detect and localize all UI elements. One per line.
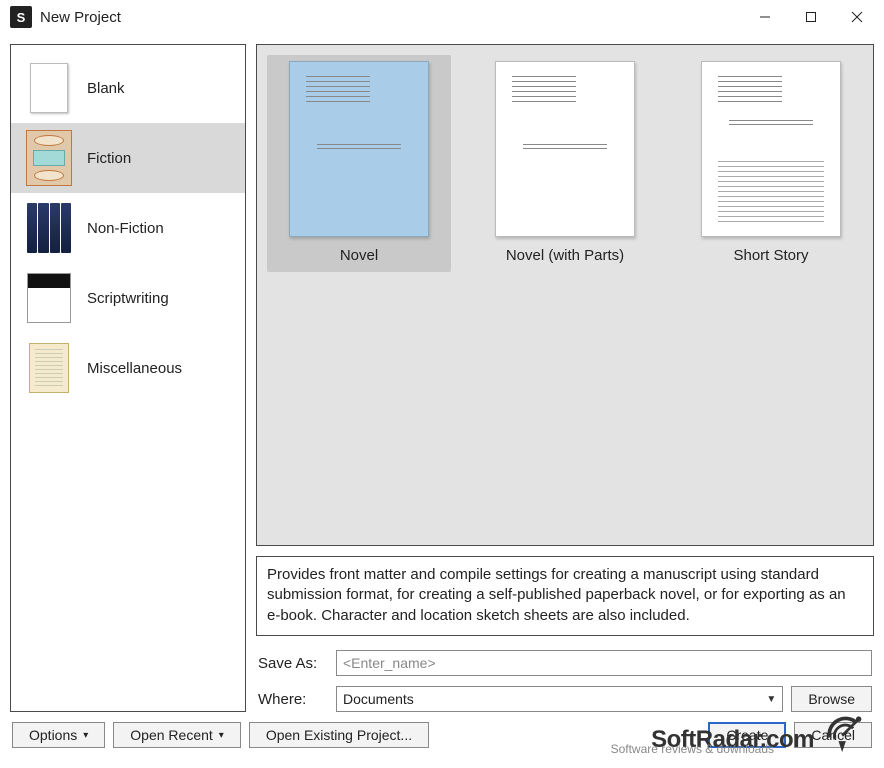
where-label: Where:	[258, 691, 328, 708]
open-existing-button[interactable]: Open Existing Project...	[249, 722, 429, 748]
category-label: Non-Fiction	[87, 220, 164, 237]
template-gallery: Novel Novel (with Parts) Short Stor	[256, 44, 874, 546]
category-miscellaneous[interactable]: Miscellaneous	[11, 333, 245, 403]
category-fiction[interactable]: Fiction	[11, 123, 245, 193]
options-button[interactable]: Options	[12, 722, 105, 748]
where-value: Documents	[343, 691, 414, 707]
category-scriptwriting[interactable]: Scriptwriting	[11, 263, 245, 333]
open-recent-button[interactable]: Open Recent	[113, 722, 241, 748]
window-title: New Project	[40, 9, 121, 26]
save-as-label: Save As:	[258, 655, 328, 672]
close-button[interactable]	[834, 2, 880, 32]
cancel-button[interactable]: Cancel	[794, 722, 872, 748]
template-preview-icon	[289, 61, 429, 237]
minimize-button[interactable]	[742, 2, 788, 32]
save-as-input[interactable]	[336, 650, 872, 676]
maximize-button[interactable]	[788, 2, 834, 32]
category-blank[interactable]: Blank	[11, 53, 245, 123]
clapboard-icon	[21, 270, 77, 326]
browse-button[interactable]: Browse	[791, 686, 872, 712]
fiction-book-icon	[21, 130, 77, 186]
misc-document-icon	[21, 340, 77, 396]
chevron-down-icon: ▼	[766, 694, 776, 705]
template-description: Provides front matter and compile settin…	[256, 556, 874, 636]
category-sidebar: Blank Fiction Non-Fiction Scriptwriting	[10, 44, 246, 712]
dialog-footer: Options Open Recent Open Existing Projec…	[0, 712, 884, 768]
category-label: Miscellaneous	[87, 360, 182, 377]
template-preview-icon	[701, 61, 841, 237]
category-nonfiction[interactable]: Non-Fiction	[11, 193, 245, 263]
template-label: Novel (with Parts)	[506, 247, 624, 264]
template-short-story[interactable]: Short Story	[679, 55, 863, 272]
create-button[interactable]: Create	[708, 722, 786, 748]
category-label: Scriptwriting	[87, 290, 169, 307]
where-dropdown[interactable]: Documents ▼	[336, 686, 783, 712]
save-form: Save As: Where: Documents ▼ Browse	[256, 646, 874, 712]
template-label: Novel	[340, 247, 378, 264]
blank-page-icon	[21, 60, 77, 116]
category-label: Fiction	[87, 150, 131, 167]
template-novel-with-parts[interactable]: Novel (with Parts)	[473, 55, 657, 272]
app-icon: S	[10, 6, 32, 28]
category-label: Blank	[87, 80, 125, 97]
nonfiction-books-icon	[21, 200, 77, 256]
title-bar: S New Project	[0, 0, 884, 34]
template-preview-icon	[495, 61, 635, 237]
template-label: Short Story	[733, 247, 808, 264]
template-novel[interactable]: Novel	[267, 55, 451, 272]
